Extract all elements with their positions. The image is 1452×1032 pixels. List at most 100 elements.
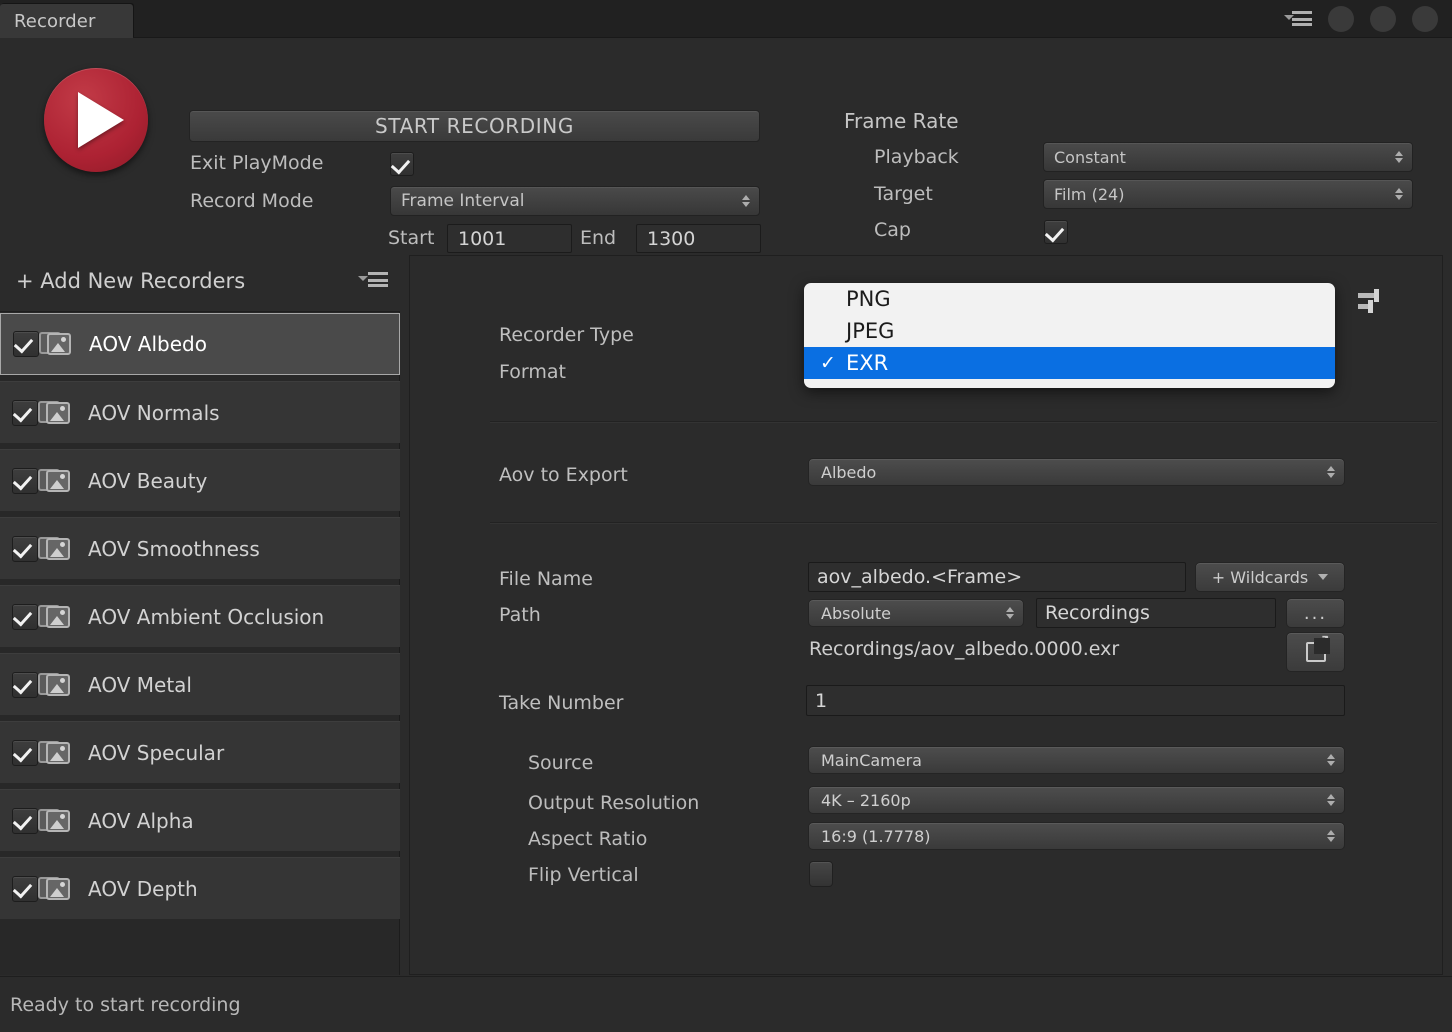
recorder-enabled-checkbox[interactable] [12, 603, 38, 630]
cap-label: Cap [874, 219, 911, 241]
format-label: Format [499, 361, 566, 383]
section-divider-2 [490, 522, 1437, 523]
exit-playmode-label: Exit PlayMode [190, 152, 324, 174]
source-value: MainCamera [821, 750, 922, 770]
updown-arrows-icon [1006, 607, 1014, 619]
end-frame-input[interactable]: 1300 [636, 224, 761, 253]
record-button[interactable] [44, 68, 148, 172]
recorders-options-menu-icon[interactable] [358, 272, 388, 288]
open-output-folder-button[interactable] [1286, 632, 1345, 672]
tab-recorder[interactable]: Recorder [0, 4, 133, 38]
recorder-list-item-label: AOV Specular [88, 740, 225, 765]
path-input[interactable]: Recordings [1036, 598, 1276, 628]
section-divider-1 [490, 421, 1437, 422]
format-dropdown-popup[interactable]: PNG JPEG ✓ EXR [804, 283, 1335, 388]
playback-label: Playback [874, 146, 959, 168]
recorder-list-item-label: AOV Depth [88, 876, 198, 901]
flip-vertical-label: Flip Vertical [528, 864, 639, 886]
recorder-enabled-checkbox[interactable] [12, 671, 38, 698]
output-resolution-dropdown[interactable]: 4K – 2160p [808, 786, 1345, 814]
format-option-label: PNG [846, 287, 891, 311]
recorder-list-item[interactable]: AOV Specular [0, 721, 400, 783]
recorder-enabled-checkbox[interactable] [12, 807, 38, 834]
image-sequence-icon [38, 875, 72, 903]
record-mode-value: Frame Interval [401, 191, 525, 211]
playback-dropdown[interactable]: Constant [1043, 142, 1413, 172]
file-name-label: File Name [499, 568, 593, 590]
recorder-list-item[interactable]: AOV Depth [0, 857, 400, 919]
add-new-recorders-label: + Add New Recorders [16, 268, 246, 293]
recorder-list-item[interactable]: AOV Metal [0, 653, 400, 715]
recorder-list-item-label: AOV Albedo [89, 332, 207, 356]
start-recording-button[interactable]: START RECORDING [189, 110, 760, 142]
aspect-ratio-dropdown[interactable]: 16:9 (1.7778) [808, 822, 1345, 850]
add-new-recorders-bar[interactable]: + Add New Recorders [0, 250, 400, 312]
recorder-enabled-checkbox[interactable] [13, 331, 39, 357]
image-sequence-icon [38, 399, 72, 427]
presets-icon[interactable] [1358, 289, 1386, 314]
recorder-type-label: Recorder Type [499, 324, 634, 346]
recorder-enabled-checkbox[interactable] [12, 875, 38, 902]
recorder-list-item[interactable]: AOV Ambient Occlusion [0, 585, 400, 647]
target-value: Film (24) [1054, 184, 1125, 204]
resolved-path-text: Recordings/aov_albedo.0000.exr [809, 638, 1120, 660]
window-menu-icon[interactable] [1284, 11, 1312, 27]
check-icon: ✓ [820, 352, 836, 374]
tab-recorder-label: Recorder [14, 10, 96, 32]
format-option[interactable]: ✓ EXR [804, 347, 1335, 379]
aov-to-export-label: Aov to Export [499, 464, 628, 486]
recorder-list-item[interactable]: AOV Albedo [0, 313, 400, 375]
recorder-list-item[interactable]: AOV Smoothness [0, 517, 400, 579]
start-frame-input[interactable]: 1001 [447, 224, 572, 253]
window-button-1[interactable] [1328, 6, 1354, 32]
external-link-icon [1305, 632, 1331, 662]
target-label: Target [874, 183, 933, 205]
window-controls [1284, 0, 1438, 38]
recorder-list-item[interactable]: AOV Normals [0, 381, 400, 443]
window-button-2[interactable] [1370, 6, 1396, 32]
recorders-list-panel: + Add New Recorders AOV Albedo AOV Normal… [0, 250, 400, 975]
image-sequence-icon [38, 671, 72, 699]
source-label: Source [528, 752, 594, 774]
updown-arrows-icon [1327, 466, 1335, 478]
wildcards-button[interactable]: + Wildcards [1195, 562, 1345, 592]
path-mode-dropdown[interactable]: Absolute [808, 599, 1024, 627]
playback-value: Constant [1054, 147, 1126, 167]
record-mode-dropdown[interactable]: Frame Interval [390, 186, 760, 216]
record-mode-label: Record Mode [190, 190, 314, 212]
updown-arrows-icon [1395, 151, 1403, 163]
recorders-list: AOV Albedo AOV Normals AOV Beauty AOV Smoot… [0, 313, 400, 975]
status-bar: Ready to start recording [0, 976, 1452, 1032]
start-frame-label: Start [388, 227, 435, 249]
status-message: Ready to start recording [10, 993, 241, 1016]
recorder-enabled-checkbox[interactable] [12, 467, 38, 494]
recorder-enabled-checkbox[interactable] [12, 739, 38, 766]
image-sequence-icon [39, 330, 73, 358]
recorder-list-item[interactable]: AOV Alpha [0, 789, 400, 851]
aov-to-export-dropdown[interactable]: Albedo [808, 458, 1345, 486]
take-number-input[interactable]: 1 [806, 685, 1345, 716]
exit-playmode-checkbox[interactable] [390, 152, 414, 176]
format-option-label: JPEG [846, 319, 895, 343]
format-option[interactable]: PNG [804, 283, 1335, 315]
window-button-3[interactable] [1412, 6, 1438, 32]
path-mode-value: Absolute [821, 603, 891, 623]
target-dropdown[interactable]: Film (24) [1043, 179, 1413, 209]
recorder-list-item-label: AOV Metal [88, 672, 192, 697]
image-sequence-icon [38, 807, 72, 835]
source-dropdown[interactable]: MainCamera [808, 746, 1345, 774]
end-frame-label: End [580, 227, 617, 249]
updown-arrows-icon [1327, 754, 1335, 766]
recorder-enabled-checkbox[interactable] [12, 535, 38, 562]
recorder-list-item-label: AOV Ambient Occlusion [88, 604, 325, 629]
flip-vertical-checkbox[interactable] [809, 861, 833, 887]
aspect-ratio-label: Aspect Ratio [528, 828, 648, 850]
cap-checkbox[interactable] [1044, 220, 1068, 244]
updown-arrows-icon [1327, 794, 1335, 806]
file-name-input[interactable]: aov_albedo.<Frame> [808, 562, 1186, 592]
format-option[interactable]: JPEG [804, 315, 1335, 347]
image-sequence-icon [38, 467, 72, 495]
browse-path-button[interactable]: ... [1286, 598, 1345, 628]
recorder-enabled-checkbox[interactable] [12, 399, 38, 426]
recorder-list-item[interactable]: AOV Beauty [0, 449, 400, 511]
